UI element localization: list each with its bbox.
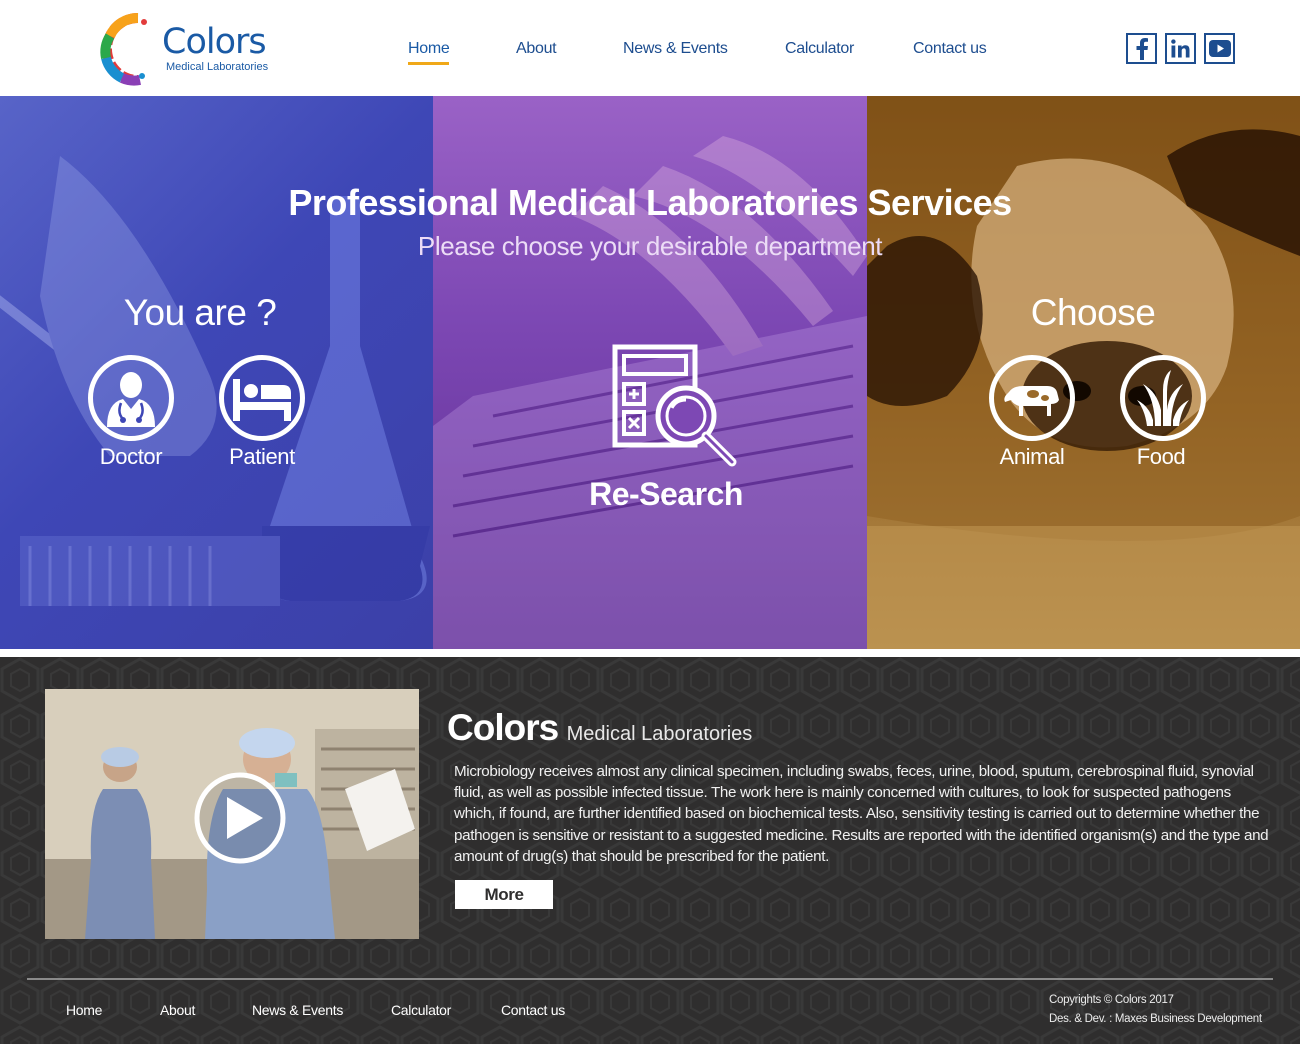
- lab-flask-illustration: [0, 156, 430, 606]
- about-description: Microbiology receives almost any clinica…: [454, 763, 1269, 865]
- footer-divider: [27, 978, 1273, 980]
- research-label[interactable]: Re-Search: [433, 476, 899, 513]
- doctor-label: Doctor: [99, 444, 163, 469]
- patient-bed-icon: [233, 379, 291, 421]
- nav-about[interactable]: About: [516, 40, 557, 58]
- nav-home-label: Home: [408, 40, 450, 57]
- nav-contact[interactable]: Contact us: [913, 40, 987, 58]
- more-button[interactable]: More: [455, 880, 553, 909]
- food-label: Food: [1136, 444, 1186, 469]
- brand-logo[interactable]: Colors Medical Laboratories: [96, 10, 286, 90]
- about-title: Colors Medical Laboratories: [447, 707, 752, 749]
- hero-subtitle: Please choose your desirable department: [417, 231, 883, 261]
- patient-button[interactable]: [219, 355, 305, 441]
- copyright-text: Copyrights © Colors 2017: [1049, 994, 1174, 1006]
- calculator-search-icon[interactable]: [612, 344, 742, 470]
- about-title-rest: Medical Laboratories: [566, 723, 753, 745]
- left-heading: You are ?: [123, 292, 277, 333]
- nav-home[interactable]: Home: [408, 40, 450, 65]
- department-hero: You are ? Doctor Patient Choose Animal F…: [0, 96, 1300, 649]
- video-player[interactable]: [45, 689, 419, 939]
- footer-link-contact[interactable]: Contact us: [501, 1002, 565, 1018]
- play-icon[interactable]: [193, 771, 287, 865]
- facebook-icon: [1136, 37, 1148, 60]
- food-button[interactable]: [1120, 355, 1206, 441]
- footer-link-calculator[interactable]: Calculator: [391, 1002, 451, 1018]
- doctor-icon: [107, 372, 155, 427]
- footer-link-about[interactable]: About: [160, 1002, 195, 1018]
- right-heading: Choose: [1030, 292, 1156, 333]
- nav-news-events[interactable]: News & Events: [623, 40, 728, 58]
- wheat-icon: [1137, 370, 1189, 426]
- brand-subtitle: Medical Laboratories: [166, 61, 269, 73]
- youtube-button[interactable]: [1204, 33, 1235, 64]
- site-header: Colors Medical Laboratories Home About N…: [0, 0, 1300, 96]
- animal-button[interactable]: [989, 355, 1075, 441]
- nav-calculator[interactable]: Calculator: [785, 40, 854, 58]
- human-panel: You are ? Doctor Patient: [0, 96, 433, 649]
- logo-mark-icon: [100, 13, 147, 86]
- footer-link-home[interactable]: Home: [66, 1002, 102, 1018]
- animal-label: Animal: [999, 444, 1065, 469]
- cow-icon: [1004, 386, 1059, 416]
- youtube-icon: [1208, 40, 1231, 57]
- about-section: Colors Medical Laboratories Microbiology…: [0, 657, 1300, 1044]
- patient-label: Patient: [229, 444, 295, 469]
- facebook-button[interactable]: [1126, 33, 1157, 64]
- linkedin-icon: [1171, 39, 1190, 58]
- footer-link-news-events[interactable]: News & Events: [252, 1002, 343, 1018]
- developer-credit: Des. & Dev. : Maxes Business Development: [1049, 1013, 1262, 1025]
- nav-active-indicator: [408, 62, 450, 65]
- doctor-button[interactable]: [88, 355, 174, 441]
- linkedin-button[interactable]: [1165, 33, 1196, 64]
- research-panel: [433, 96, 867, 649]
- about-title-brand: Colors: [447, 707, 559, 748]
- hero-title: Professional Medical Laboratories Servic…: [288, 182, 1012, 223]
- animal-food-panel: Choose Animal Food: [867, 96, 1300, 649]
- cow-illustration: [867, 96, 1300, 649]
- brand-name: Colors: [162, 22, 267, 62]
